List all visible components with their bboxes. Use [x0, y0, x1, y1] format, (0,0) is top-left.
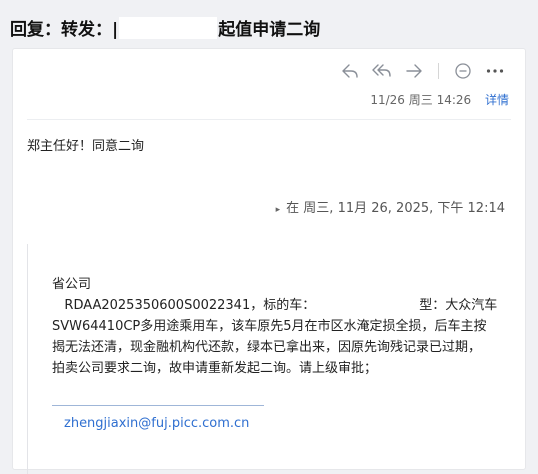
forward-icon[interactable] [404, 61, 424, 81]
reply-icon[interactable] [340, 61, 360, 81]
quote-line: 揭无法还清，现金融机构代还款，绿本已拿出来，因原先询残记录已过期， [52, 340, 482, 355]
toolbar-separator [438, 63, 439, 79]
quote-line: SVW64410CP多用途乘用车，该车原先5月在市区水淹定损全损，后车主按 [52, 319, 487, 334]
signature-email-link[interactable]: zhengjiaxin@fuj.picc.com.cn [64, 416, 249, 431]
quote-line: 拍卖公司要求二询，故申请重新发起二询。请上级审批； [52, 361, 378, 376]
expand-caret-icon[interactable]: ▸ [276, 205, 281, 215]
more-icon[interactable] [485, 61, 505, 81]
quote-header[interactable]: ▸ 在 周三, 11月 26, 2025, 下午 12:14 [276, 197, 505, 216]
quote-line-part: RDAA2025350600S0022341，标的车： [64, 298, 316, 313]
message-toolbar [340, 61, 505, 81]
mail-subject: 回复：转发：| 起值申请二询 [10, 15, 320, 40]
quote-line: RDAA2025350600S0022341，标的车： 型：大众汽车 [52, 295, 516, 316]
quote-header-text: 在 周三, 11月 26, 2025, 下午 12:14 [286, 201, 505, 216]
quote-line: 省公司 [52, 277, 92, 292]
header-divider [27, 119, 511, 120]
comment-icon[interactable] [453, 61, 473, 81]
message-meta: 11/26 周三 14:26 详情 [370, 91, 509, 108]
reply-all-icon[interactable] [372, 61, 392, 81]
message-body-text: 郑主任好！同意二询 [27, 139, 145, 154]
message-card: 11/26 周三 14:26 详情 郑主任好！同意二询 ▸ 在 周三, 11月 2… [12, 48, 526, 474]
quote-line-part: 型：大众汽车 [419, 298, 498, 313]
redacted-block [315, 297, 420, 311]
message-date: 11/26 周三 14:26 [370, 93, 472, 107]
subject-initial: | [112, 20, 119, 40]
quoted-message: 省公司 RDAA2025350600S0022341，标的车： 型：大众汽车 SV… [27, 244, 512, 474]
redacted-block [119, 17, 218, 39]
subject-prefix: 回复：转发： [10, 20, 112, 40]
subject-suffix: 起值申请二询 [218, 20, 321, 40]
quoted-text: 省公司 RDAA2025350600S0022341，标的车： 型：大众汽车 SV… [52, 274, 516, 379]
detail-link[interactable]: 详情 [485, 93, 509, 107]
signature-divider [52, 405, 264, 406]
